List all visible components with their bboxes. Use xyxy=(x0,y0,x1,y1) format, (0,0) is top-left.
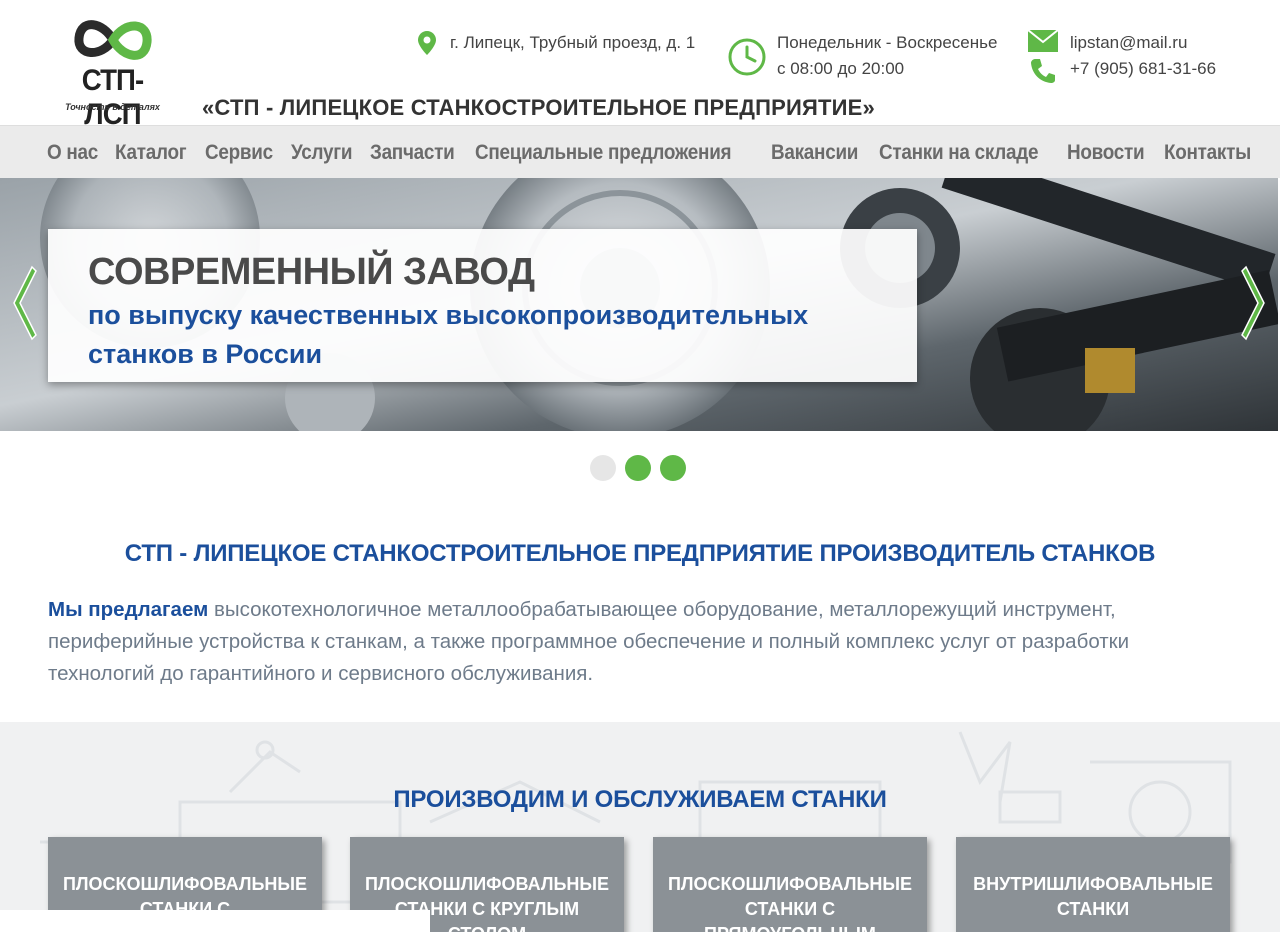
nav-item-2[interactable]: Каталог xyxy=(106,141,195,165)
product-card-label: ПЛОСКОШЛИФОВАЛЬНЫЕ СТАНКИ С ПРЯМОУГОЛЬНЫ… xyxy=(667,874,913,932)
main-nav: О нас Каталог Сервис Услуги Запчасти Специаль… xyxy=(0,125,1280,178)
clock-icon xyxy=(728,38,766,76)
slide-title: СОВРЕМЕННЫЙ ЗАВОД xyxy=(88,251,535,293)
slider-dot-2[interactable] xyxy=(625,455,651,481)
slider-prev-arrow-icon[interactable] xyxy=(8,263,38,343)
about-title: СТП - ЛИПЕЦКОЕ СТАНКОСТРОИТЕЛЬНОЕ ПРЕДПР… xyxy=(124,540,1156,567)
slide-caption: СОВРЕМЕННЫЙ ЗАВОД по выпуску качественны… xyxy=(48,229,917,382)
logo-slogan: Точность в деталях xyxy=(65,102,160,112)
products-title: ПРОИЗВОДИМ И ОБСЛУЖИВАЕМ СТАНКИ xyxy=(393,786,887,813)
site-header: СТП-ЛСП Точность в деталях г. Липецк, Тр… xyxy=(0,0,1280,131)
phone-link[interactable]: +7 (905) 681-31-66 xyxy=(1070,56,1216,82)
phone-icon xyxy=(1031,59,1055,83)
nav-item-10[interactable]: Контакты xyxy=(1155,141,1260,165)
email-link[interactable]: lipstan@mail.ru xyxy=(1070,30,1187,56)
nav-item-6[interactable]: Специальные предложения xyxy=(466,141,740,165)
site-logo[interactable]: СТП-ЛСП Точность в деталях xyxy=(55,12,170,131)
about-text: Мы предлагаем высокотехнологичное металл… xyxy=(48,594,1238,690)
bottom-white-bar xyxy=(0,910,430,932)
mail-icon xyxy=(1028,30,1058,52)
nav-item-3[interactable]: Сервис xyxy=(196,141,282,165)
slider-next-arrow-icon[interactable] xyxy=(1240,263,1270,343)
nav-item-9[interactable]: Новости xyxy=(1058,141,1153,165)
nav-item-1[interactable]: О нас xyxy=(38,141,107,165)
hours-days: Понедельник - Воскресенье xyxy=(777,33,998,52)
address-text: г. Липецк, Трубный проезд, д. 1 xyxy=(450,33,696,52)
nav-list: О нас Каталог Сервис Услуги Запчасти Специаль… xyxy=(38,126,1262,179)
nav-item-4[interactable]: Услуги xyxy=(282,141,361,165)
about-lead: Мы предлагаем xyxy=(48,598,209,621)
infinity-logo-icon xyxy=(74,20,152,60)
logo-text: СТП-ЛСП xyxy=(81,64,144,131)
map-pin-icon xyxy=(418,31,436,55)
products-section: ПРОИЗВОДИМ И ОБСЛУЖИВАЕМ СТАНКИ ПЛОСКОШЛ… xyxy=(0,722,1280,932)
product-card-label: ВНУТРИШЛИФОВАЛЬНЫЕ СТАНКИ xyxy=(973,874,1213,919)
nav-item-5[interactable]: Запчасти xyxy=(361,141,463,165)
nav-item-8[interactable]: Станки на складе xyxy=(870,141,1047,165)
hero-slider: СОВРЕМЕННЫЙ ЗАВОД по выпуску качественны… xyxy=(0,178,1278,431)
nav-item-7[interactable]: Вакансии xyxy=(762,141,867,165)
slider-dot-1[interactable] xyxy=(590,455,616,481)
product-card-3[interactable]: ПЛОСКОШЛИФОВАЛЬНЫЕ СТАНКИ С ПРЯМОУГОЛЬНЫ… xyxy=(653,837,927,932)
slider-dot-3[interactable] xyxy=(660,455,686,481)
product-card-4[interactable]: ВНУТРИШЛИФОВАЛЬНЫЕ СТАНКИ xyxy=(956,837,1230,932)
slide-subtitle: по выпуску качественных высокопроизводит… xyxy=(88,300,809,369)
hours-time: с 08:00 до 20:00 xyxy=(777,59,905,78)
about-body: высокотехнологичное металлообрабатывающе… xyxy=(48,598,1130,685)
company-title: «СТП - ЛИПЕЦКОЕ СТАНКОСТРОИТЕЛЬНОЕ ПРЕДП… xyxy=(202,95,875,120)
slider-dots xyxy=(590,455,695,481)
